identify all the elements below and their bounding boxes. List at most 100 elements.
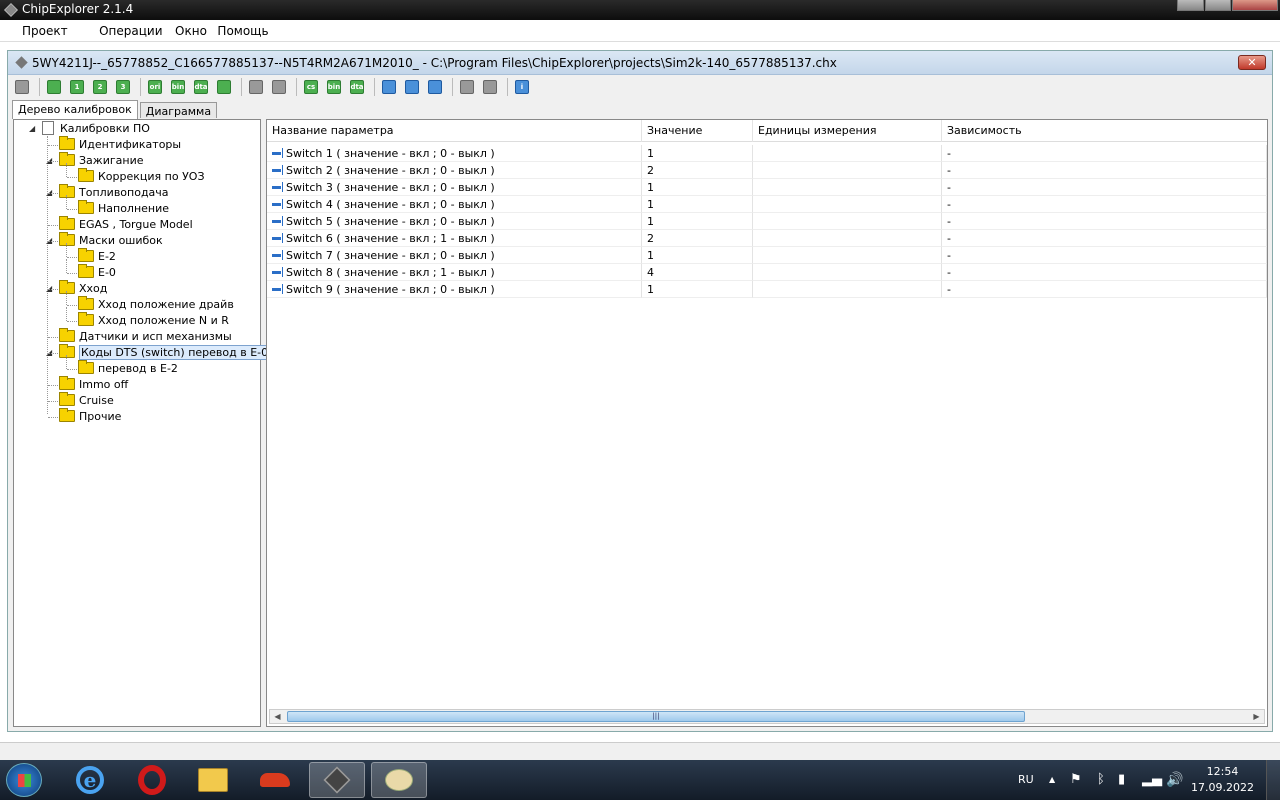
cell-dependency[interactable]: - xyxy=(942,196,1267,213)
cell-units[interactable] xyxy=(753,247,942,264)
expand-arrow-icon[interactable]: ◢ xyxy=(29,121,35,137)
cell-dependency[interactable]: - xyxy=(942,213,1267,230)
dta-export-button[interactable]: dta xyxy=(347,77,367,97)
tree-item[interactable]: ◢ Топливоподача xyxy=(46,184,169,201)
tree-item[interactable]: Хход положение N и R xyxy=(78,312,229,329)
info-button[interactable]: i xyxy=(512,77,532,97)
tree-item[interactable]: EGAS , Torgue Model xyxy=(59,216,193,233)
cell-name[interactable]: Switch 7 ( значение - вкл ; 0 - выкл ) xyxy=(267,247,642,264)
cell-units[interactable] xyxy=(753,196,942,213)
bin-button[interactable]: bin xyxy=(168,77,188,97)
tab-calibration-tree[interactable]: Дерево калибровок xyxy=(12,100,138,119)
horizontal-scrollbar[interactable]: ◀ ||| ▶ xyxy=(269,709,1265,724)
table-row[interactable]: Switch 3 ( значение - вкл ; 0 - выкл ) 1 - xyxy=(267,179,1267,196)
cell-value[interactable]: 2 xyxy=(642,162,753,179)
network-icon[interactable]: ⚑ xyxy=(1070,760,1082,800)
cell-dependency[interactable]: - xyxy=(942,145,1267,162)
power-icon[interactable]: ▮ xyxy=(1118,760,1125,800)
tree-item[interactable]: ◢ Маски ошибок xyxy=(46,232,163,249)
column-header-dependency[interactable]: Зависимость xyxy=(942,120,1267,142)
cell-value[interactable]: 1 xyxy=(642,179,753,196)
arrow-right-button[interactable] xyxy=(214,77,234,97)
table-row[interactable]: Switch 7 ( значение - вкл ; 0 - выкл ) 1 - xyxy=(267,247,1267,264)
cell-value[interactable]: 1 xyxy=(642,247,753,264)
signal-icon[interactable]: ▂▄ xyxy=(1142,760,1162,800)
clock[interactable]: 12:54 17.09.2022 xyxy=(1191,764,1254,796)
table-row[interactable]: Switch 8 ( значение - вкл ; 1 - выкл ) 4 - xyxy=(267,264,1267,281)
menu-window[interactable]: Окно xyxy=(173,20,214,42)
document-close-button[interactable]: ✕ xyxy=(1238,55,1266,70)
cell-units[interactable] xyxy=(753,179,942,196)
tree-item[interactable]: Хход положение драйв xyxy=(78,296,234,313)
cell-dependency[interactable]: - xyxy=(942,179,1267,196)
tree-item[interactable]: перевод в E-2 xyxy=(78,360,178,377)
cell-units[interactable] xyxy=(753,230,942,247)
cell-dependency[interactable]: - xyxy=(942,281,1267,298)
bin-export-button[interactable]: bin xyxy=(324,77,344,97)
cell-name[interactable]: Switch 1 ( значение - вкл ; 0 - выкл ) xyxy=(267,145,642,162)
cell-dependency[interactable]: - xyxy=(942,230,1267,247)
triangle-button[interactable] xyxy=(457,77,477,97)
taskbar-opera[interactable] xyxy=(124,762,180,798)
taskbar-file-explorer[interactable] xyxy=(185,762,241,798)
cell-name[interactable]: Switch 8 ( значение - вкл ; 1 - выкл ) xyxy=(267,264,642,281)
column-header-units[interactable]: Единицы измерения xyxy=(753,120,942,142)
tab-diagram[interactable]: Диаграмма xyxy=(139,102,218,118)
cell-name[interactable]: Switch 5 ( значение - вкл ; 0 - выкл ) xyxy=(267,213,642,230)
cell-name[interactable]: Switch 2 ( значение - вкл ; 0 - выкл ) xyxy=(267,162,642,179)
column-header-name[interactable]: Название параметра xyxy=(267,120,642,142)
table-row[interactable]: Switch 4 ( значение - вкл ; 0 - выкл ) 1 - xyxy=(267,196,1267,213)
tree-root[interactable]: ◢ Калибровки ПО xyxy=(29,121,150,137)
menu-help[interactable]: Помощь xyxy=(217,20,275,42)
table-row[interactable]: Switch 2 ( значение - вкл ; 0 - выкл ) 2 - xyxy=(267,162,1267,179)
cs-button[interactable]: cs xyxy=(301,77,321,97)
bluetooth-icon[interactable]: ᛒ xyxy=(1097,760,1105,800)
cell-name[interactable]: Switch 9 ( значение - вкл ; 0 - выкл ) xyxy=(267,281,642,298)
taskbar-car-app[interactable] xyxy=(247,762,303,798)
menu-project[interactable]: Проект xyxy=(0,20,75,42)
taskbar-internet-explorer[interactable]: e xyxy=(62,762,118,798)
cell-value[interactable]: 4 xyxy=(642,264,753,281)
tree-item[interactable]: Cruise xyxy=(59,392,114,409)
cell-name[interactable]: Switch 3 ( значение - вкл ; 0 - выкл ) xyxy=(267,179,642,196)
window-next-button[interactable] xyxy=(402,77,422,97)
cell-value[interactable]: 2 xyxy=(642,230,753,247)
tree-item[interactable]: Immo off xyxy=(59,376,128,393)
tray-expand-icon[interactable]: ▲ xyxy=(1049,760,1055,800)
tree-item[interactable]: Идентификаторы xyxy=(59,136,181,153)
cell-units[interactable] xyxy=(753,162,942,179)
tree-item[interactable]: E-2 xyxy=(78,248,116,265)
binoculars-button[interactable] xyxy=(480,77,500,97)
cell-value[interactable]: 1 xyxy=(642,196,753,213)
cell-value[interactable]: 1 xyxy=(642,281,753,298)
window-button[interactable] xyxy=(379,77,399,97)
table-row[interactable]: Switch 5 ( значение - вкл ; 0 - выкл ) 1 - xyxy=(267,213,1267,230)
taskbar-chipexplorer[interactable] xyxy=(309,762,365,798)
minimize-button[interactable] xyxy=(1177,0,1204,11)
start-button[interactable] xyxy=(6,763,42,797)
cell-units[interactable] xyxy=(753,281,942,298)
scroll-left-icon[interactable]: ◀ xyxy=(270,710,285,723)
tree-item[interactable]: Прочие xyxy=(59,408,121,425)
tree-item[interactable]: E-0 xyxy=(78,264,116,281)
add-button[interactable] xyxy=(44,77,64,97)
add-2-button[interactable]: 2 xyxy=(90,77,110,97)
ori-button[interactable]: ori xyxy=(145,77,165,97)
cell-units[interactable] xyxy=(753,264,942,281)
delete-button[interactable] xyxy=(269,77,289,97)
tree-item[interactable]: ◢ Зажигание xyxy=(46,152,143,169)
column-header-value[interactable]: Значение xyxy=(642,120,753,142)
cell-dependency[interactable]: - xyxy=(942,264,1267,281)
cell-value[interactable]: 1 xyxy=(642,213,753,230)
maximize-button[interactable] xyxy=(1205,0,1231,11)
cell-name[interactable]: Switch 6 ( значение - вкл ; 1 - выкл ) xyxy=(267,230,642,247)
language-indicator[interactable]: RU xyxy=(1018,760,1034,800)
tree-item[interactable]: ◢ Коды DTS (switch) перевод в E-0 xyxy=(46,344,271,361)
cell-dependency[interactable]: - xyxy=(942,247,1267,264)
cell-value[interactable]: 1 xyxy=(642,145,753,162)
cell-dependency[interactable]: - xyxy=(942,162,1267,179)
cell-units[interactable] xyxy=(753,145,942,162)
compare-button[interactable] xyxy=(246,77,266,97)
volume-icon[interactable]: 🔊 xyxy=(1166,760,1183,800)
menu-operations[interactable]: Операции xyxy=(78,20,169,42)
